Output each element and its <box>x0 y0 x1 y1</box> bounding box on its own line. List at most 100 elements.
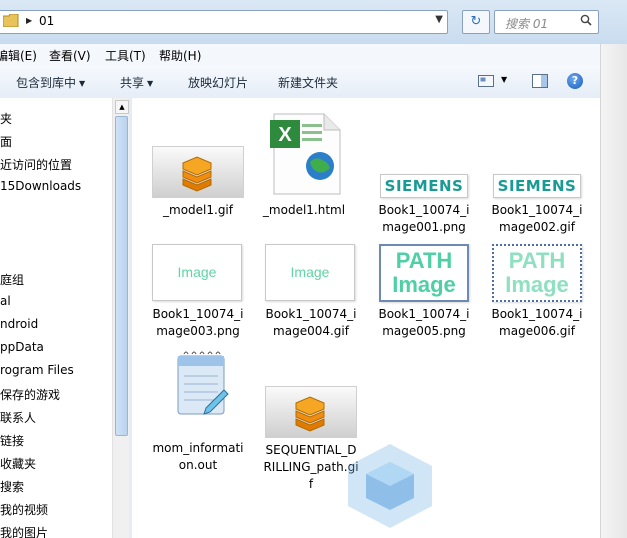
nav-item[interactable]: 保存的游戏 <box>0 386 60 403</box>
file-name-line: Book1_10074_i <box>265 307 357 321</box>
search-box[interactable]: 搜索 01 <box>494 10 599 34</box>
file-name-line: on.out <box>178 458 218 472</box>
menu-edit[interactable]: 编辑(E) <box>0 47 37 64</box>
help-icon[interactable]: ? <box>567 73 583 89</box>
view-dropdown-icon[interactable]: ▼ <box>501 75 507 84</box>
navigation-pane: 夹 面 近访问的位置 15Downloads 庭组 al ndroid ppDa… <box>0 98 112 538</box>
menu-bar: 编辑(E) 查看(V) 工具(T) 帮助(H) <box>0 44 627 67</box>
file-name-line: _model1.html <box>262 203 346 217</box>
breadcrumb-arrow-icon[interactable]: ▶ <box>26 16 32 25</box>
excel-html-icon: X <box>270 113 341 195</box>
file-name-line: Book1_10074_i <box>152 307 244 321</box>
scroll-up-icon[interactable]: ▲ <box>115 100 129 114</box>
include-library-label: 包含到库中 <box>16 76 77 90</box>
file-name-line: mage003.png <box>156 324 240 338</box>
share-label: 共享 <box>120 76 145 90</box>
search-icon[interactable] <box>580 14 592 26</box>
file-name: Book1_10074_i mage003.png <box>146 306 250 340</box>
nav-item[interactable]: 搜索 <box>0 478 24 495</box>
nav-item[interactable]: 面 <box>0 133 12 150</box>
model-3d-icon <box>295 396 325 432</box>
address-dropdown-icon[interactable]: ▼ <box>435 14 443 25</box>
nav-item[interactable]: al <box>0 294 11 308</box>
dropdown-caret-icon: ▼ <box>79 79 86 88</box>
folder-icon <box>3 14 19 27</box>
menu-help[interactable]: 帮助(H) <box>159 47 201 64</box>
file-name: Book1_10074_i mage005.png <box>372 306 476 340</box>
thumbnail-text: Image <box>177 264 217 280</box>
file-name-line: Book1_10074_i <box>491 307 583 321</box>
file-name: Book1_10074_i mage002.gif <box>485 202 589 236</box>
path-image-thumbnail: PATH Image <box>492 244 582 302</box>
file-name-line: mage001.png <box>382 220 466 234</box>
nav-item[interactable]: 夹 <box>0 110 12 127</box>
thumbnail-text: Image <box>290 264 330 280</box>
image-thumbnail: Image <box>265 244 355 301</box>
nav-item[interactable]: ppData <box>0 340 44 354</box>
model-thumbnail <box>265 386 357 438</box>
file-item[interactable]: X _model1.html <box>260 112 364 228</box>
file-item[interactable]: mom_informati on.out <box>146 350 250 480</box>
path-image-thumbnail: PATH Image <box>379 244 469 302</box>
file-name: Book1_10074_i mage004.gif <box>259 306 363 340</box>
include-library-button[interactable]: 包含到库中 ▼ <box>16 74 85 91</box>
nav-item[interactable]: 我的视频 <box>0 501 48 518</box>
slideshow-button[interactable]: 放映幻灯片 <box>188 74 248 91</box>
file-name: Book1_10074_i mage001.png <box>372 202 476 236</box>
nav-item[interactable]: 庭组 <box>0 271 24 288</box>
address-bar-area: ▶ 01 ▼ ↻ 搜索 01 <box>0 0 627 44</box>
file-name-line: mage002.gif <box>499 220 575 234</box>
nav-scrollbar[interactable]: ▲ <box>112 98 130 538</box>
nav-item[interactable]: rogram Files <box>0 363 74 377</box>
file-item[interactable]: PATH Image Book1_10074_i mage005.png <box>372 242 476 342</box>
file-name: mom_informati on.out <box>146 440 250 474</box>
file-item[interactable]: Image Book1_10074_i mage004.gif <box>259 242 363 342</box>
address-bar[interactable]: ▶ 01 ▼ <box>0 10 448 34</box>
file-name-line: Book1_10074_i <box>378 203 470 217</box>
file-item[interactable]: _model1.gif <box>146 138 250 228</box>
scroll-thumb[interactable] <box>115 116 128 436</box>
nav-item[interactable]: ndroid <box>0 317 38 331</box>
nav-item[interactable]: 近访问的位置 <box>0 156 72 173</box>
file-item[interactable]: SIEMENS Book1_10074_i mage001.png <box>372 168 476 238</box>
watermark-cube-icon <box>348 444 432 528</box>
search-placeholder: 搜索 01 <box>505 17 549 31</box>
model-thumbnail <box>152 146 244 198</box>
thumbnail-text: SIEMENS <box>384 177 464 195</box>
file-name: _model1.html <box>252 202 356 219</box>
file-item[interactable]: Image Book1_10074_i mage003.png <box>146 242 250 342</box>
file-name-line: mage004.gif <box>273 324 349 338</box>
nav-item[interactable]: 收藏夹 <box>0 455 36 472</box>
thumbnail-text: PATH <box>508 248 566 273</box>
refresh-button[interactable]: ↻ <box>462 10 490 34</box>
nav-item[interactable]: 我的图片 <box>0 524 48 538</box>
file-name-line: mage006.gif <box>499 324 575 338</box>
file-name-line: _model1.gif <box>163 203 233 217</box>
nav-item[interactable]: 联系人 <box>0 409 36 426</box>
file-name: _model1.gif <box>146 202 250 219</box>
model-3d-icon <box>182 156 212 192</box>
thumbnail-text: Image <box>392 272 456 297</box>
file-name-line: Book1_10074_i <box>378 307 470 321</box>
thumbnail-text: SIEMENS <box>497 177 577 195</box>
menu-tools[interactable]: 工具(T) <box>105 47 146 64</box>
file-item[interactable]: SIEMENS Book1_10074_i mage002.gif <box>485 168 589 238</box>
siemens-thumbnail: SIEMENS <box>380 174 468 198</box>
svg-text:X: X <box>278 124 292 146</box>
file-item[interactable]: PATH Image Book1_10074_i mage006.gif <box>485 242 589 342</box>
nav-item[interactable]: 链接 <box>0 432 24 449</box>
file-name-line: mom_informati <box>152 441 244 455</box>
share-button[interactable]: 共享 ▼ <box>120 74 153 91</box>
menu-view[interactable]: 查看(V) <box>49 47 91 64</box>
new-folder-button[interactable]: 新建文件夹 <box>278 74 338 91</box>
nav-item[interactable]: 15Downloads <box>0 179 81 193</box>
preview-pane-icon[interactable] <box>532 74 548 88</box>
address-path[interactable]: 01 <box>39 14 54 28</box>
file-name-line: Book1_10074_i <box>491 203 583 217</box>
view-options-icon[interactable] <box>478 74 494 88</box>
file-name-line: mage005.png <box>382 324 466 338</box>
dropdown-caret-icon: ▼ <box>147 79 154 88</box>
notepad-icon <box>177 351 229 415</box>
image-thumbnail: Image <box>152 244 242 301</box>
thumbnail-text: Image <box>505 272 569 297</box>
